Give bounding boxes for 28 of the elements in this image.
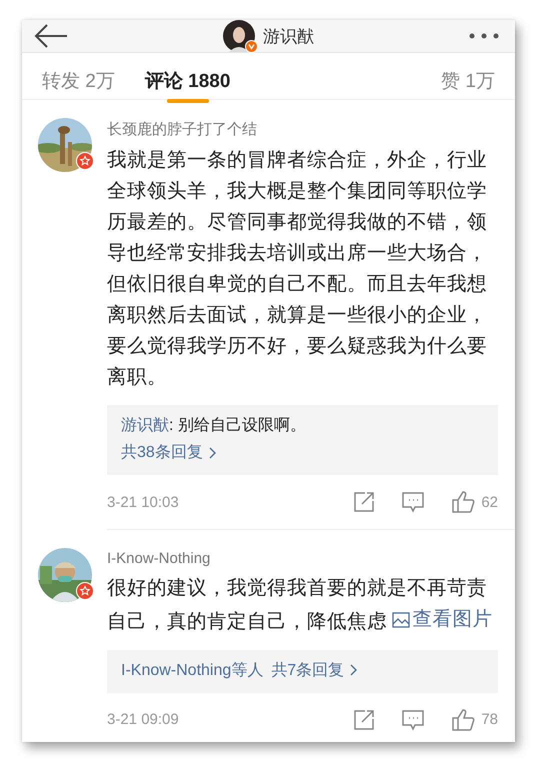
reply-participants[interactable]: I-Know-Nothing等人 bbox=[121, 660, 264, 680]
view-replies-link[interactable]: 共38条回复 bbox=[121, 442, 217, 463]
badge-icon bbox=[76, 152, 94, 170]
comment-time: 3-21 09:09 bbox=[107, 711, 180, 728]
chevron-icon bbox=[350, 664, 358, 676]
badge-icon bbox=[76, 582, 94, 600]
chevron-icon bbox=[208, 446, 217, 458]
tab[interactable]: 转发 2万 bbox=[42, 53, 115, 99]
username[interactable]: I-Know-Nothing bbox=[107, 550, 498, 567]
like-button[interactable]: 62 bbox=[451, 490, 498, 514]
back-icon[interactable] bbox=[34, 24, 68, 48]
reply-author[interactable]: 游识猷 bbox=[121, 417, 169, 434]
profile-name: 游识猷 bbox=[263, 26, 314, 48]
reply-text: : 别给自己设限啊。 bbox=[169, 417, 306, 434]
view-replies-link[interactable]: 共7条回复 bbox=[271, 660, 358, 680]
image-icon bbox=[392, 612, 410, 628]
username[interactable]: 长颈鹿的脖子打了个结 bbox=[107, 120, 498, 139]
more-icon[interactable] bbox=[469, 33, 499, 39]
reply-button[interactable] bbox=[401, 708, 426, 730]
comment-time: 3-21 10:03 bbox=[107, 494, 180, 510]
tab[interactable]: 赞 1万 bbox=[441, 53, 495, 99]
comment-text: 很好的建议，我觉得我首要的就是不再苛责自己，真的肯定自己，降低焦虑 查看图片 bbox=[107, 573, 498, 638]
comment-text: 我就是第一条的冒牌者综合症，外企，行业全球领头羊，我大概是整个集团同等职位学历最差的。尽管同事都觉得我做的不错，领导也经常安排我去培训或出席一些大场合，但依旧很自卑觉的自己不配。而且去年我想离职然后去面试，就算是一些很小的企业，要么觉得我学历不好，要么疑惑我为什么要离职。 bbox=[107, 148, 488, 390]
like-button[interactable]: 78 bbox=[451, 708, 498, 732]
view-image-link[interactable]: 查看图片 bbox=[392, 604, 492, 635]
reply-button[interactable] bbox=[401, 491, 426, 513]
share-button[interactable] bbox=[353, 491, 376, 513]
share-button[interactable] bbox=[353, 708, 376, 730]
